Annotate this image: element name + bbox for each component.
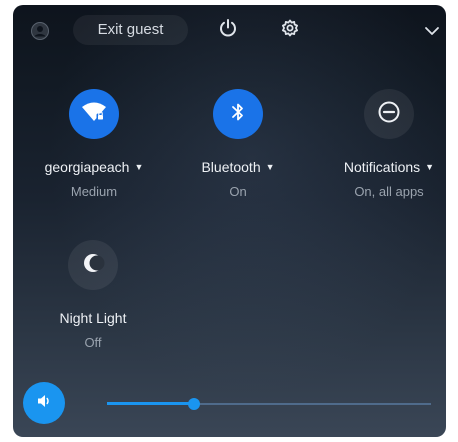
chevron-down-icon [424, 23, 440, 41]
notifications-label: Notifications [343, 159, 421, 175]
volume-slider[interactable] [107, 397, 431, 411]
user-avatar-icon[interactable] [31, 22, 49, 40]
notifications-toggle[interactable] [364, 89, 414, 139]
night-light-status: Off [84, 335, 102, 350]
network-toggle[interactable] [69, 89, 119, 139]
notifications-tile: Notifications ▼ On, all apps [329, 89, 446, 199]
night-light-icon [81, 251, 105, 280]
network-name: georgiapeach [44, 159, 130, 175]
bluetooth-tile: Bluetooth ▼ On [178, 89, 298, 199]
mute-button[interactable] [23, 382, 65, 424]
caret-down-icon: ▼ [425, 162, 435, 172]
collapse-button[interactable] [417, 17, 446, 47]
night-light-tile: Night Light Off [33, 240, 153, 350]
notifications-status: On, all apps [354, 184, 424, 199]
volume-slider-fill [107, 402, 195, 405]
wifi-locked-icon [81, 101, 107, 128]
network-strength: Medium [70, 184, 118, 199]
speaker-icon [35, 392, 53, 415]
night-light-label: Night Light [59, 310, 127, 326]
volume-slider-thumb[interactable] [188, 398, 201, 410]
notifications-tile-label[interactable]: Notifications ▼ [329, 159, 446, 175]
do-not-disturb-icon [377, 100, 401, 129]
power-button[interactable] [213, 15, 243, 45]
exit-guest-button[interactable]: Exit guest [73, 15, 188, 45]
quick-settings-top-bar: Exit guest [13, 5, 446, 57]
bluetooth-label: Bluetooth [201, 159, 261, 175]
night-light-toggle[interactable] [68, 240, 118, 290]
bluetooth-tile-label[interactable]: Bluetooth ▼ [178, 159, 298, 175]
network-tile: georgiapeach ▼ Medium [34, 89, 154, 199]
caret-down-icon: ▼ [265, 162, 275, 172]
network-tile-label[interactable]: georgiapeach ▼ [34, 159, 154, 175]
gear-icon [280, 18, 300, 43]
bluetooth-toggle[interactable] [213, 89, 263, 139]
quick-settings-panel: Exit guest georgiapeach ▼ Medium Bluetoo… [13, 5, 446, 437]
caret-down-icon: ▼ [134, 162, 144, 172]
power-icon [218, 18, 238, 43]
settings-button[interactable] [275, 15, 305, 45]
bluetooth-status: On [229, 184, 247, 199]
bluetooth-icon [229, 100, 247, 129]
